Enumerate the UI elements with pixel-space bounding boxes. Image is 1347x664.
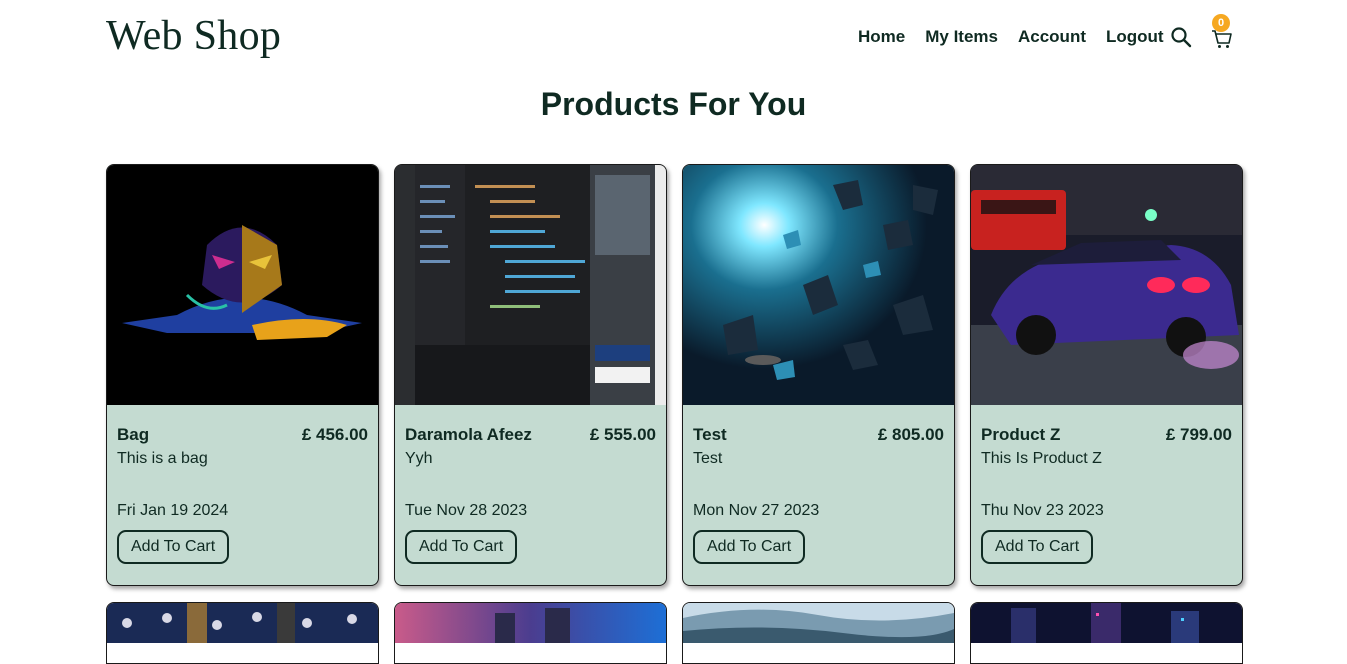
add-to-cart-button[interactable]: Add To Cart: [981, 530, 1094, 564]
nav-logout[interactable]: Logout: [1106, 27, 1164, 47]
product-image[interactable]: [971, 603, 1242, 643]
product-name: Bag: [117, 425, 150, 444]
product-description: This Is Product Z: [981, 450, 1102, 467]
page-title: Products For You: [540, 86, 807, 122]
product-date: Thu Nov 23 2023: [981, 502, 1104, 519]
search-icon[interactable]: [1170, 26, 1192, 48]
product-name: Test: [693, 425, 727, 444]
product-name: Product Z: [981, 425, 1061, 444]
site-logo[interactable]: Web Shop: [106, 12, 281, 60]
product-description: Yyh: [405, 450, 433, 467]
add-to-cart-button[interactable]: Add To Cart: [693, 530, 806, 564]
add-to-cart-button[interactable]: Add To Cart: [405, 530, 518, 564]
product-date: Tue Nov 28 2023: [405, 502, 528, 519]
product-card[interactable]: Product Z £ 799.00 This Is Product Z Thu…: [970, 164, 1243, 586]
product-price: £ 456.00: [301, 425, 368, 444]
product-card[interactable]: Daramola Afeez £ 555.00 Yyh Tue Nov 28 2…: [394, 164, 667, 586]
product-image[interactable]: [683, 165, 954, 405]
main-nav: Home My Items Account Logout: [858, 27, 1184, 47]
product-image[interactable]: [395, 603, 666, 643]
product-card[interactable]: [106, 602, 379, 664]
product-name: Daramola Afeez: [405, 425, 532, 444]
product-card[interactable]: [394, 602, 667, 664]
product-image[interactable]: [971, 165, 1242, 405]
product-card[interactable]: Bag £ 456.00 This is a bag Fri Jan 19 20…: [106, 164, 379, 586]
product-price: £ 799.00: [1165, 425, 1232, 444]
product-price: £ 805.00: [877, 425, 944, 444]
product-info: Bag £ 456.00 This is a bag Fri Jan 19 20…: [107, 405, 378, 585]
product-date: Fri Jan 19 2024: [117, 502, 229, 519]
product-date: Mon Nov 27 2023: [693, 502, 820, 519]
nav-my-items[interactable]: My Items: [925, 27, 998, 47]
product-info: Product Z £ 799.00 This Is Product Z Thu…: [971, 405, 1242, 585]
nav-home[interactable]: Home: [858, 27, 905, 47]
product-card[interactable]: [970, 602, 1243, 664]
cart-count-badge: 0: [1212, 14, 1230, 32]
product-info: Daramola Afeez £ 555.00 Yyh Tue Nov 28 2…: [395, 405, 666, 585]
product-image[interactable]: [395, 165, 666, 405]
product-image[interactable]: [107, 603, 378, 643]
product-card[interactable]: [682, 602, 955, 664]
product-image[interactable]: [107, 165, 378, 405]
add-to-cart-button[interactable]: Add To Cart: [117, 530, 230, 564]
product-info: Test £ 805.00 Test Mon Nov 27 2023 Add T…: [683, 405, 954, 585]
product-price: £ 555.00: [589, 425, 656, 444]
product-image[interactable]: [683, 603, 954, 643]
product-card[interactable]: Test £ 805.00 Test Mon Nov 27 2023 Add T…: [682, 164, 955, 586]
product-description: Test: [693, 450, 723, 467]
nav-account[interactable]: Account: [1018, 27, 1086, 47]
product-description: This is a bag: [117, 450, 208, 467]
